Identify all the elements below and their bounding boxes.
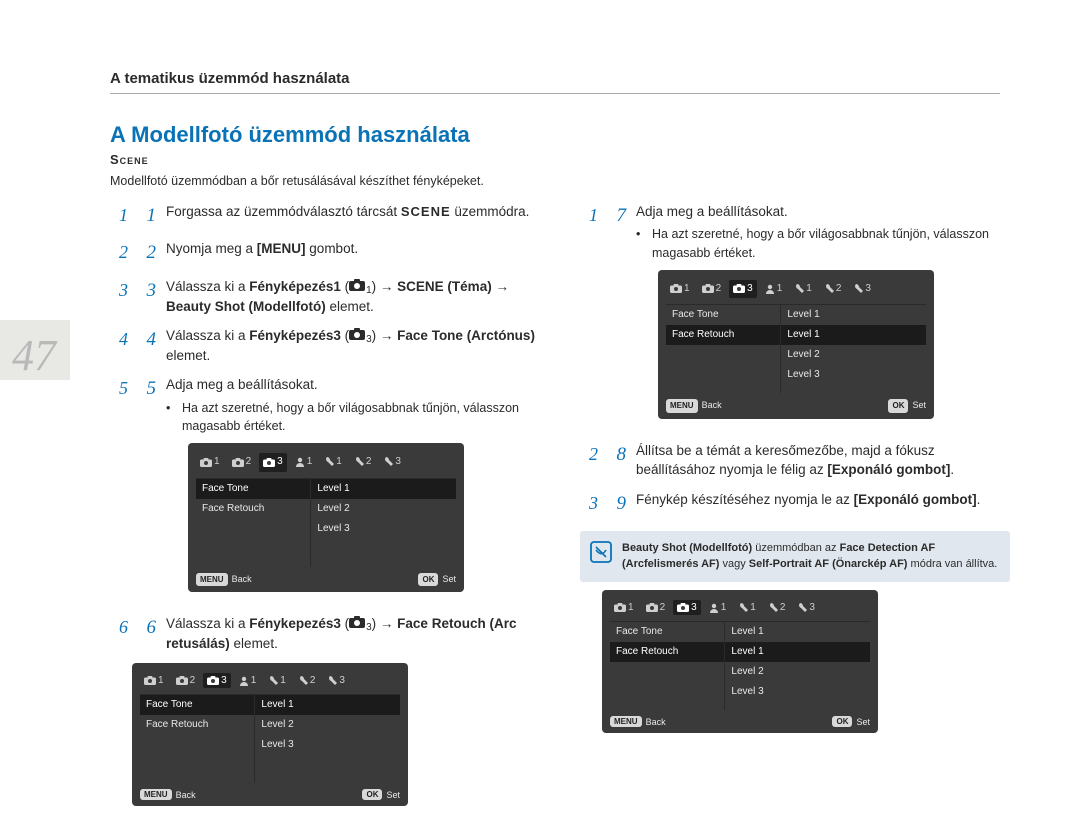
step: 2Nyomja meg a [MENU] gombot. (110, 239, 540, 267)
lcd-menu: Face ToneFace Retouch Level 1Level 1Leve… (610, 621, 870, 710)
lcd-tabs: 1 2 31123 (140, 673, 400, 688)
step: 4Válassza ki a Fényképezés3 ( 3) → Face … (110, 326, 540, 365)
lcd-tabs: 1 2 31123 (666, 280, 926, 299)
camera-lcd: 1 2 31123 Face ToneFace Retouch Level 1L… (658, 270, 934, 419)
lcd-tabs: 1 2 31123 (196, 453, 456, 472)
step: 5Adja meg a beállításokat.Ha azt szeretn… (110, 375, 540, 604)
camera-lcd: 1 2 31123 Face ToneFace Retouch Level 1L… (602, 590, 878, 733)
lcd-menu: Face ToneFace Retouch Level 1Level 1Leve… (666, 304, 926, 393)
page: 47 A tematikus üzemmód használata A Mode… (0, 0, 1080, 815)
lcd-menu: Face ToneFace Retouch Level 1Level 2Leve… (196, 478, 456, 567)
camera-lcd: 1 2 31123 Face ToneFace Retouch Level 1L… (188, 443, 464, 592)
page-number: 47 (12, 330, 56, 381)
step: 9Fénykép készítéséhez nyomja le az [Expo… (580, 490, 1010, 518)
note-box: Beauty Shot (Modellfotó) üzemmódban az F… (580, 531, 1010, 582)
step: 6Válassza ki a Fénykepezés3 ( 3) → Face … (110, 614, 540, 653)
mode-label: Scene (110, 152, 1010, 167)
steps-right: 7Adja meg a beállításokat.Ha azt szeretn… (580, 202, 1010, 518)
info-icon (590, 541, 612, 563)
step: 3Válassza ki a Fényképezés1 ( 1) → SCENE… (110, 277, 540, 316)
lcd-menu: Face ToneFace Retouch Level 1Level 2Leve… (140, 694, 400, 783)
right-column: 7Adja meg a beállításokat.Ha azt szeretn… (580, 202, 1010, 818)
step: 7Adja meg a beállításokat.Ha azt szeretn… (580, 202, 1010, 431)
two-column-layout: 1Forgassa az üzemmódválasztó tárcsát SCE… (110, 202, 1010, 818)
note-text: Beauty Shot (Modellfotó) üzemmódban az F… (622, 542, 997, 569)
running-header: A tematikus üzemmód használata (110, 70, 1000, 94)
page-title: A Modellfotó üzemmód használata (110, 122, 1010, 148)
step: 1Forgassa az üzemmódválasztó tárcsát SCE… (110, 202, 540, 230)
step: 8Állítsa be a témát a keresőmezőbe, majd… (580, 441, 1010, 480)
steps-left: 1Forgassa az üzemmódválasztó tárcsát SCE… (110, 202, 540, 653)
left-column: 1Forgassa az üzemmódválasztó tárcsát SCE… (110, 202, 540, 818)
camera-lcd: 1 2 31123 Face ToneFace Retouch Level 1L… (132, 663, 408, 806)
intro-text: Modellfotó üzemmódban a bőr retusálásáva… (110, 173, 1010, 190)
lcd-tabs: 1 2 31123 (610, 600, 870, 615)
